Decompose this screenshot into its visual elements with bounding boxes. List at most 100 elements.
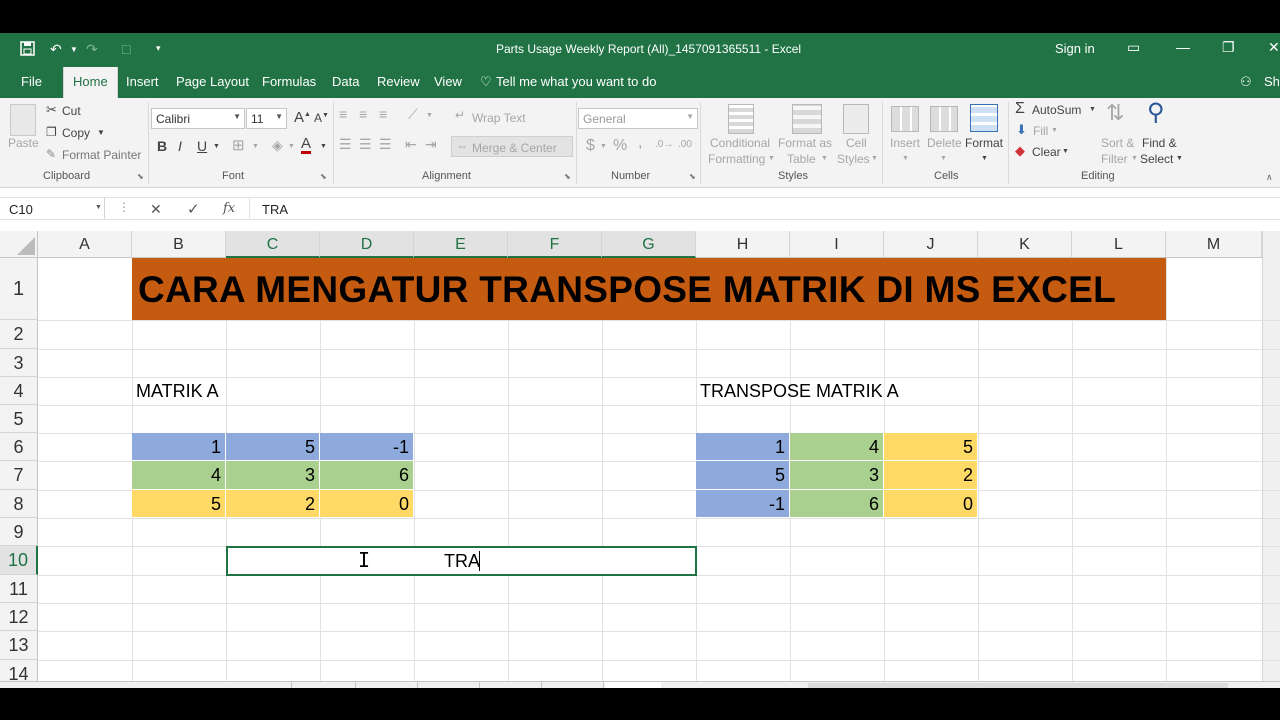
customize-qat-icon[interactable]: ▾ [156, 43, 161, 54]
increase-indent-icon[interactable]: ⇥ [425, 136, 437, 153]
delete-cells-icon[interactable] [930, 106, 958, 132]
cell-styles-line2[interactable]: Styles [837, 152, 870, 166]
paste-button[interactable]: Paste [8, 136, 39, 150]
currency-button[interactable]: $ [586, 137, 595, 155]
align-bottom-icon[interactable]: ≡ [379, 106, 387, 122]
bold-button[interactable]: B [157, 138, 167, 154]
matrix-a-cell[interactable]: 0 [320, 490, 414, 518]
sheet-title-banner[interactable]: CARA MENGATUR TRANSPOSE MATRIK DI MS EXC… [132, 258, 1166, 320]
italic-button[interactable]: I [178, 138, 182, 154]
row-header-1[interactable]: 1 [0, 258, 38, 320]
sort-filter-icon[interactable]: ⇅ [1106, 100, 1124, 126]
comma-button[interactable]: , [638, 134, 642, 152]
font-launcher-icon[interactable]: ⬊ [320, 172, 327, 181]
orientation-dropdown-icon[interactable]: ▼ [426, 112, 433, 119]
label-matrik-a[interactable]: MATRIK A [132, 377, 223, 405]
minimize-icon[interactable]: — [1176, 39, 1190, 55]
matrix-a-cell[interactable]: 5 [132, 490, 226, 518]
tab-data[interactable]: Data [332, 74, 359, 89]
search-icon[interactable]: ⚲ [1147, 98, 1165, 127]
align-middle-icon[interactable]: ≡ [359, 106, 367, 122]
column-header-l[interactable]: L [1072, 231, 1166, 258]
row-header-10[interactable]: 10 [0, 546, 38, 575]
name-box[interactable]: C10 ▼ [5, 198, 105, 219]
fill-color-icon[interactable]: ◈ [272, 137, 283, 154]
borders-icon[interactable]: ⊞ [232, 136, 245, 154]
row-header-6[interactable]: 6 [0, 433, 38, 461]
fill-color-dropdown-icon[interactable]: ▼ [288, 143, 295, 150]
sort-filter-line2[interactable]: Filter [1101, 152, 1128, 166]
column-header-i[interactable]: I [790, 231, 884, 258]
format-as-table-line2[interactable]: Table [787, 152, 816, 166]
sort-filter-line1[interactable]: Sort & [1101, 136, 1134, 150]
wrap-text-button[interactable]: Wrap Text [472, 111, 526, 125]
cell-styles-icon[interactable] [843, 104, 869, 134]
fill-dropdown-icon[interactable]: ▼ [1051, 127, 1058, 134]
delete-button[interactable]: Delete [927, 136, 962, 150]
row-header-12[interactable]: 12 [0, 603, 38, 631]
matrix-a-cell[interactable]: 6 [320, 461, 414, 490]
active-cell-c10[interactable]: TRA [226, 546, 697, 576]
currency-dropdown-icon[interactable]: ▼ [600, 143, 607, 150]
font-name-dropdown[interactable]: Calibri ▼ [151, 108, 245, 129]
formula-input[interactable]: TRA [262, 202, 288, 217]
font-size-dropdown[interactable]: 11 ▼ [246, 108, 287, 129]
underline-dropdown-icon[interactable]: ▼ [213, 143, 220, 150]
tab-view[interactable]: View [434, 74, 462, 89]
row-header-4[interactable]: 4 [0, 377, 38, 405]
font-color-icon[interactable]: A [301, 136, 312, 154]
autosum-dropdown-icon[interactable]: ▼ [1089, 106, 1096, 113]
transpose-cell[interactable]: 6 [790, 490, 884, 518]
matrix-a-cell[interactable]: 4 [132, 461, 226, 490]
column-header-m[interactable]: M [1166, 231, 1262, 258]
matrix-a-cell[interactable]: 3 [226, 461, 320, 490]
tab-formulas[interactable]: Formulas [262, 74, 316, 89]
vertical-scrollbar[interactable] [1262, 231, 1280, 681]
row-header-2[interactable]: 2 [0, 320, 38, 349]
format-as-table-icon[interactable] [792, 104, 822, 134]
align-left-icon[interactable]: ☰ [339, 136, 352, 153]
tab-file[interactable]: File [21, 74, 42, 89]
tab-page-layout[interactable]: Page Layout [176, 74, 249, 89]
align-right-icon[interactable]: ☰ [379, 136, 392, 153]
number-launcher-icon[interactable]: ⬊ [689, 172, 696, 181]
increase-decimal-icon[interactable]: .0→ [655, 139, 673, 150]
decrease-decimal-icon[interactable]: .00 [678, 139, 692, 150]
column-header-j[interactable]: J [884, 231, 978, 258]
enter-entry-button[interactable]: ✓ [187, 200, 200, 218]
cancel-entry-button[interactable]: ✕ [150, 201, 162, 218]
collapse-ribbon-icon[interactable]: ∧ [1266, 172, 1273, 183]
select-all-corner[interactable] [0, 231, 38, 258]
copy-button[interactable]: Copy [62, 126, 90, 140]
insert-function-button[interactable]: fx [223, 201, 235, 216]
column-header-h[interactable]: H [696, 231, 790, 258]
increase-font-icon[interactable]: A▲ [294, 109, 311, 126]
format-painter-button[interactable]: Format Painter [62, 148, 141, 162]
cell-styles-line1[interactable]: Cell [846, 136, 867, 150]
row-header-8[interactable]: 8 [0, 490, 38, 518]
underline-button[interactable]: U [197, 138, 207, 154]
row-header-14[interactable]: 14 [0, 660, 38, 681]
copy-dropdown-icon[interactable]: ▼ [97, 128, 105, 137]
find-select-line2[interactable]: Select [1140, 152, 1173, 166]
borders-dropdown-icon[interactable]: ▼ [252, 143, 259, 150]
alignment-launcher-icon[interactable]: ⬊ [564, 172, 571, 181]
matrix-a-cell[interactable]: 2 [226, 490, 320, 518]
column-header-e[interactable]: E [414, 231, 508, 258]
label-transpose-matrik-a[interactable]: TRANSPOSE MATRIK A [696, 377, 903, 405]
clipboard-launcher-icon[interactable]: ⬊ [137, 172, 144, 181]
transpose-cell[interactable]: 1 [696, 433, 790, 461]
format-cells-icon[interactable] [970, 104, 998, 132]
paste-icon[interactable] [10, 104, 36, 136]
insert-button[interactable]: Insert [890, 136, 920, 150]
align-center-icon[interactable]: ☰ [359, 136, 372, 153]
sign-in-link[interactable]: Sign in [1055, 41, 1095, 56]
conditional-formatting-line2[interactable]: Formatting [708, 152, 765, 166]
matrix-a-cell[interactable]: -1 [320, 433, 414, 461]
ribbon-display-options-icon[interactable]: ▭ [1127, 39, 1140, 56]
decrease-font-icon[interactable]: A▼ [314, 111, 329, 125]
column-header-f[interactable]: F [508, 231, 602, 258]
matrix-a-cell[interactable]: 1 [132, 433, 226, 461]
column-header-d[interactable]: D [320, 231, 414, 258]
transpose-cell[interactable]: 4 [790, 433, 884, 461]
